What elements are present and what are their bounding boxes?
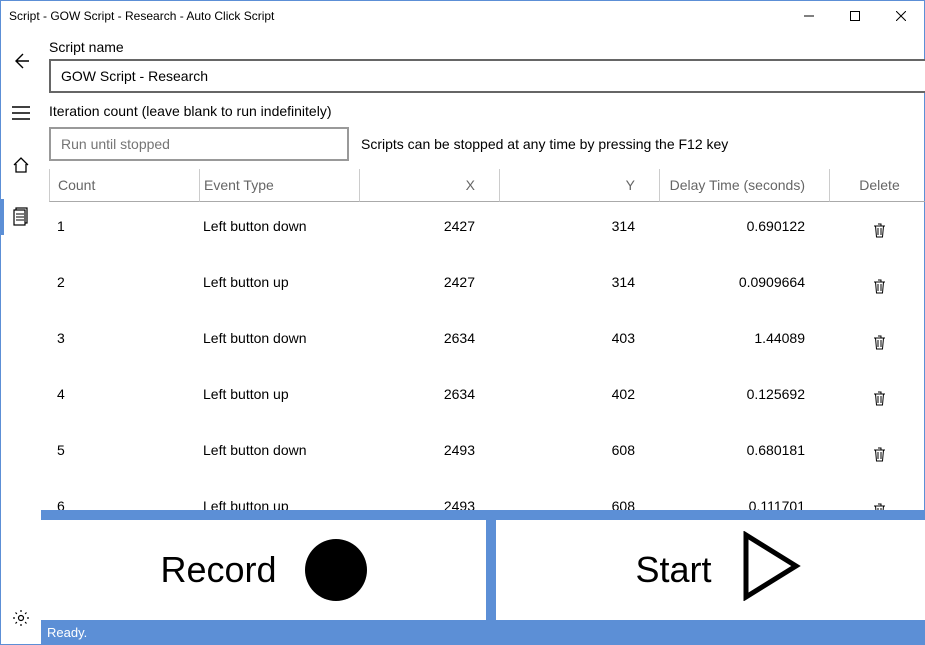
title-bar: Script - GOW Script - Research - Auto Cl… — [1, 1, 924, 31]
hamburger-menu-icon[interactable] — [1, 95, 41, 131]
stop-hint-text: Scripts can be stopped at any time by pr… — [361, 136, 728, 152]
record-label: Record — [160, 549, 276, 591]
cell-x: 2493 — [359, 482, 499, 510]
cell-event-type: Left button down — [199, 426, 359, 482]
start-button[interactable]: Start — [496, 520, 925, 620]
events-table: Count Event Type X Y Delay Time (seconds… — [41, 165, 925, 510]
cell-y: 403 — [499, 314, 659, 370]
iteration-count-label: Iteration count (leave blank to run inde… — [49, 103, 925, 119]
delete-row-button[interactable] — [859, 386, 899, 410]
cell-x: 2493 — [359, 426, 499, 482]
cell-event-type: Left button up — [199, 482, 359, 510]
col-delay: Delay Time (seconds) — [659, 169, 829, 202]
script-name-label: Script name — [49, 39, 925, 55]
cell-y: 402 — [499, 370, 659, 426]
cell-x: 2427 — [359, 258, 499, 314]
home-icon[interactable] — [1, 147, 41, 183]
cell-delay: 0.111701 — [659, 482, 829, 510]
status-bar: Ready. — [41, 620, 925, 644]
record-circle-icon — [305, 539, 367, 601]
record-button[interactable]: Record — [41, 520, 486, 620]
cell-y: 314 — [499, 202, 659, 258]
col-event-type: Event Type — [199, 169, 359, 202]
back-button[interactable] — [1, 43, 41, 79]
play-icon — [740, 531, 802, 610]
cell-y: 608 — [499, 426, 659, 482]
cell-count: 6 — [49, 482, 199, 510]
cell-delete — [829, 482, 925, 510]
script-name-input[interactable] — [49, 59, 925, 93]
cell-count: 1 — [49, 202, 199, 258]
cell-count: 2 — [49, 258, 199, 314]
cell-delay: 0.680181 — [659, 426, 829, 482]
cell-delay: 0.0909664 — [659, 258, 829, 314]
cell-event-type: Left button up — [199, 370, 359, 426]
delete-row-button[interactable] — [859, 498, 899, 510]
cell-y: 314 — [499, 258, 659, 314]
cell-delete — [829, 258, 925, 314]
cell-delete — [829, 314, 925, 370]
cell-x: 2427 — [359, 202, 499, 258]
minimize-button[interactable] — [786, 1, 832, 31]
start-label: Start — [635, 549, 711, 591]
col-count: Count — [49, 169, 199, 202]
col-delete: Delete — [829, 169, 925, 202]
cell-event-type: Left button down — [199, 314, 359, 370]
cell-count: 4 — [49, 370, 199, 426]
window-title: Script - GOW Script - Research - Auto Cl… — [9, 9, 786, 23]
script-icon[interactable] — [1, 199, 41, 235]
settings-icon[interactable] — [1, 600, 41, 636]
delete-row-button[interactable] — [859, 330, 899, 354]
maximize-button[interactable] — [832, 1, 878, 31]
sidebar — [1, 31, 41, 644]
delete-row-button[interactable] — [859, 274, 899, 298]
col-y: Y — [499, 169, 659, 202]
cell-event-type: Left button down — [199, 202, 359, 258]
cell-count: 3 — [49, 314, 199, 370]
cell-delay: 0.125692 — [659, 370, 829, 426]
content-area: Script name Iteration count (leave blank… — [41, 31, 925, 644]
cell-delete — [829, 202, 925, 258]
iteration-count-input[interactable] — [49, 127, 349, 161]
cell-delete — [829, 370, 925, 426]
cell-x: 2634 — [359, 314, 499, 370]
status-text: Ready. — [47, 625, 87, 640]
cell-delay: 1.44089 — [659, 314, 829, 370]
cell-x: 2634 — [359, 370, 499, 426]
cell-y: 608 — [499, 482, 659, 510]
close-button[interactable] — [878, 1, 924, 31]
col-x: X — [359, 169, 499, 202]
cell-count: 5 — [49, 426, 199, 482]
cell-delete — [829, 426, 925, 482]
cell-delay: 0.690122 — [659, 202, 829, 258]
delete-row-button[interactable] — [859, 442, 899, 466]
cell-event-type: Left button up — [199, 258, 359, 314]
delete-row-button[interactable] — [859, 218, 899, 242]
action-bar: Record Start — [41, 510, 925, 620]
